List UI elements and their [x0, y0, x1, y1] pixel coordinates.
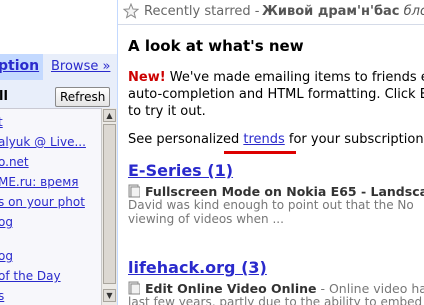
star-icon: [122, 2, 140, 23]
subscription-item[interactable]: og: [0, 215, 13, 229]
trends-line: See personalized trends for your subscri…: [128, 132, 424, 147]
browse-tab[interactable]: Browse »: [42, 54, 117, 80]
entry-snippet: viewing of videos when ...: [128, 212, 284, 226]
all-items-label[interactable]: ll: [0, 89, 8, 104]
subscriptions-panel: ll Refresh t alyuk @ Live... o.net ME.ru…: [0, 80, 117, 305]
subscriptions-tab[interactable]: ption: [0, 54, 40, 80]
subscription-item[interactable]: s: [0, 289, 4, 303]
new-badge: New!: [128, 70, 166, 85]
entry-snippet: David was kind enough to point out that …: [128, 198, 414, 212]
trends-link[interactable]: trends: [243, 132, 284, 147]
subscription-list: t alyuk @ Live... o.net ME.ru: время s o…: [0, 108, 101, 305]
subscription-item[interactable]: alyuk @ Live...: [0, 135, 86, 149]
sidebar: ption Browse » ll Refresh t alyuk @ Live…: [0, 0, 117, 305]
scroll-up-arrow-icon[interactable]: ▲: [103, 109, 116, 122]
recently-starred-title[interactable]: Живой драм'н'бас бло: [262, 4, 424, 19]
subscription-list-scrollbar[interactable]: ▲ ▼: [101, 108, 117, 305]
whats-new-heading: A look at what's new: [128, 37, 304, 55]
sidebar-top-spacer: [0, 0, 117, 52]
refresh-button[interactable]: Refresh: [55, 87, 111, 107]
feed-title[interactable]: E-Series (1): [128, 161, 233, 180]
subscription-item[interactable]: og: [0, 249, 13, 263]
main-content: Recently starred - Живой драм'н'бас бло …: [118, 0, 424, 305]
entry-snippet: last few years, partly due to the abilit…: [128, 295, 423, 305]
whats-new-line-1: New! We've made emailing items to friend…: [128, 70, 424, 85]
subscriptions-header: ll Refresh: [0, 80, 117, 107]
scroll-down-arrow-icon[interactable]: ▼: [103, 289, 116, 302]
trends-highlight-underline: [224, 151, 296, 154]
whats-new-line-3: to try it out.: [128, 104, 206, 119]
subscription-item[interactable]: t: [0, 115, 3, 129]
feed-title[interactable]: lifehack.org (3): [128, 258, 267, 277]
subscription-item[interactable]: ME.ru: время: [0, 175, 79, 189]
subscription-item[interactable]: o.net: [0, 155, 29, 169]
subscriptions-tab-label[interactable]: ption: [0, 58, 39, 74]
whats-new-line-2: auto-completion and HTML formatting. Cli…: [128, 87, 424, 102]
recently-starred-bar[interactable]: Recently starred - Живой драм'н'бас бло: [118, 0, 424, 25]
scrollbar-thumb[interactable]: [103, 124, 116, 284]
subscription-item[interactable]: of the Day: [0, 269, 61, 283]
subscription-item[interactable]: s on your phot: [0, 195, 85, 209]
browse-link[interactable]: Browse »: [51, 59, 110, 74]
subscriptions-tab-bar: ption Browse »: [0, 54, 117, 80]
recently-starred-label: Recently starred -: [144, 4, 260, 19]
